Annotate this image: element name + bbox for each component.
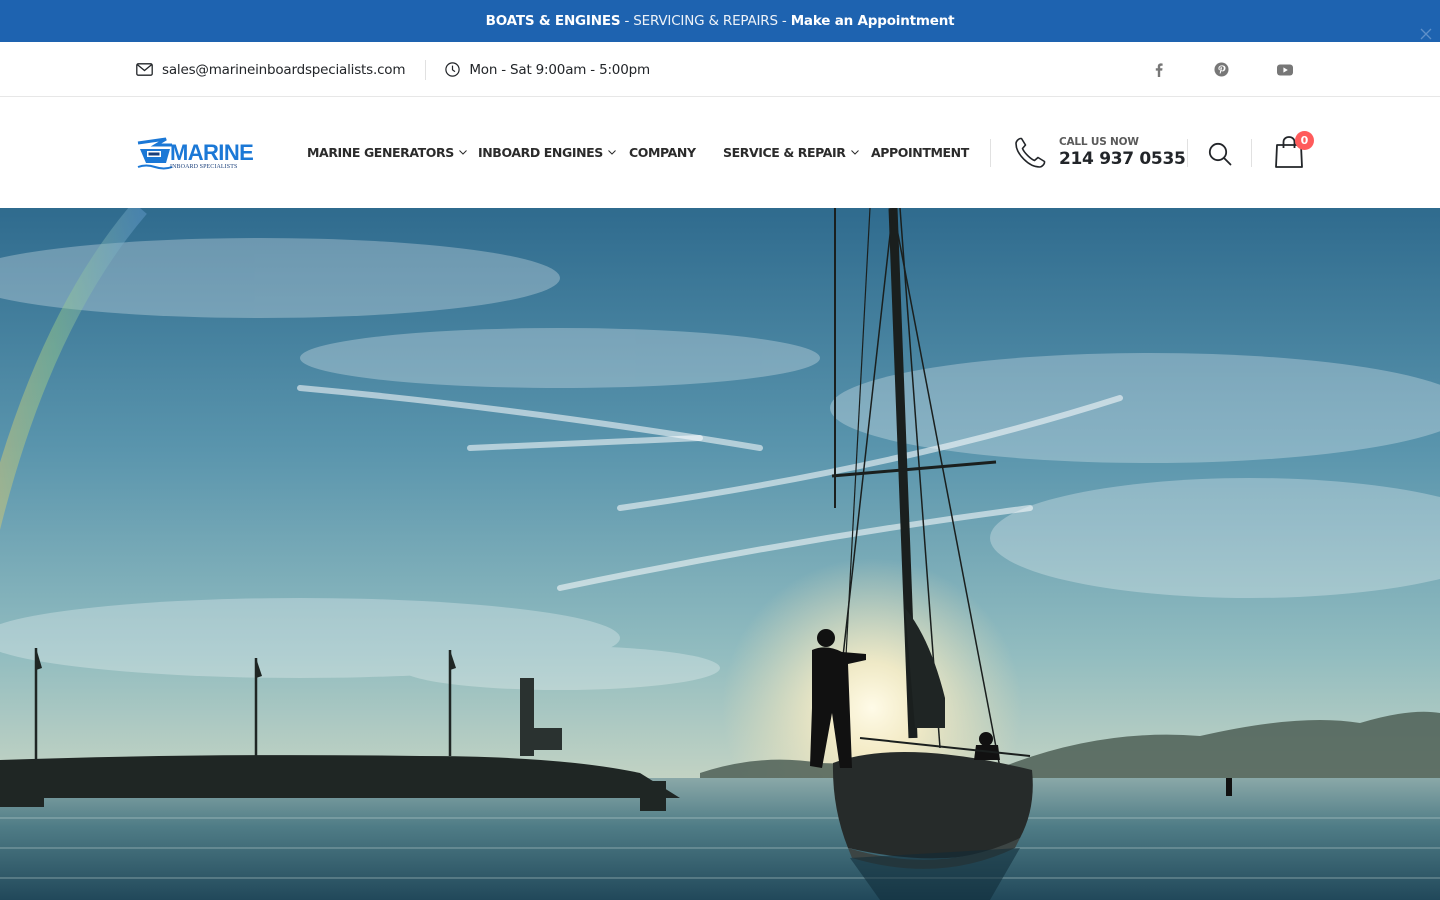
- phone-number[interactable]: 214 937 0535: [1059, 148, 1186, 170]
- envelope-icon: [136, 63, 153, 76]
- search-icon[interactable]: [1207, 141, 1233, 167]
- promo-separator: -: [777, 13, 791, 29]
- boat-logo-icon: [137, 137, 173, 170]
- logo-wordmark: MARINE: [170, 140, 254, 165]
- nav-label: COMPANY: [629, 144, 696, 160]
- divider: [1187, 139, 1188, 167]
- nav-marine-generators[interactable]: MARINE GENERATORS: [307, 143, 467, 161]
- promo-appointment-link[interactable]: Make an Appointment: [791, 13, 955, 29]
- nav-service-repair[interactable]: SERVICE & REPAIR: [723, 143, 859, 161]
- cart-count-badge: 0: [1295, 131, 1314, 150]
- promo-servicing: SERVICING & REPAIRS: [633, 13, 778, 29]
- call-us-block[interactable]: CALL US NOW 214 937 0535: [1013, 133, 1186, 173]
- nav-inboard-engines[interactable]: INBOARD ENGINES: [478, 143, 616, 161]
- pinterest-icon[interactable]: [1209, 42, 1233, 97]
- nav-label: INBOARD ENGINES: [478, 144, 603, 160]
- call-us-label: CALL US NOW: [1059, 136, 1139, 148]
- hero-banner: [0, 208, 1440, 900]
- divider: [1251, 139, 1252, 167]
- phone-icon: [1015, 137, 1046, 168]
- opening-hours: Mon - Sat 9:00am - 5:00pm: [445, 62, 650, 78]
- site-logo[interactable]: MARINE INBOARD SPECIALISTS: [136, 137, 260, 175]
- email-contact[interactable]: sales@marineinboardspecialists.com: [136, 62, 406, 78]
- chevron-down-icon: [850, 149, 859, 155]
- main-header: MARINE INBOARD SPECIALISTS MARINE GENERA…: [0, 97, 1440, 208]
- divider: [990, 139, 991, 167]
- promo-separator: -: [620, 13, 634, 29]
- nav-label: SERVICE & REPAIR: [723, 144, 846, 160]
- close-icon[interactable]: [1420, 28, 1432, 40]
- nav-label: APPOINTMENT: [871, 144, 969, 160]
- chevron-down-icon: [608, 149, 616, 155]
- divider: [425, 59, 427, 80]
- top-info-bar: sales@marineinboardspecialists.com Mon -…: [0, 42, 1440, 97]
- hours-text: Mon - Sat 9:00am - 5:00pm: [469, 61, 650, 78]
- nav-company[interactable]: COMPANY: [629, 143, 696, 161]
- promo-bar: BOATS & ENGINES - SERVICING & REPAIRS - …: [0, 0, 1440, 42]
- nav-label: MARINE GENERATORS: [307, 144, 454, 160]
- logo-tagline: INBOARD SPECIALISTS: [170, 164, 238, 170]
- chevron-down-icon: [459, 149, 467, 155]
- email-text[interactable]: sales@marineinboardspecialists.com: [162, 62, 406, 78]
- promo-boats-engines: BOATS & ENGINES: [485, 13, 621, 29]
- youtube-icon[interactable]: [1273, 42, 1297, 97]
- hero-sailboat-image: [0, 208, 1440, 900]
- clock-icon: [445, 62, 461, 77]
- nav-appointment[interactable]: APPOINTMENT: [871, 143, 969, 161]
- facebook-icon[interactable]: [1147, 42, 1171, 97]
